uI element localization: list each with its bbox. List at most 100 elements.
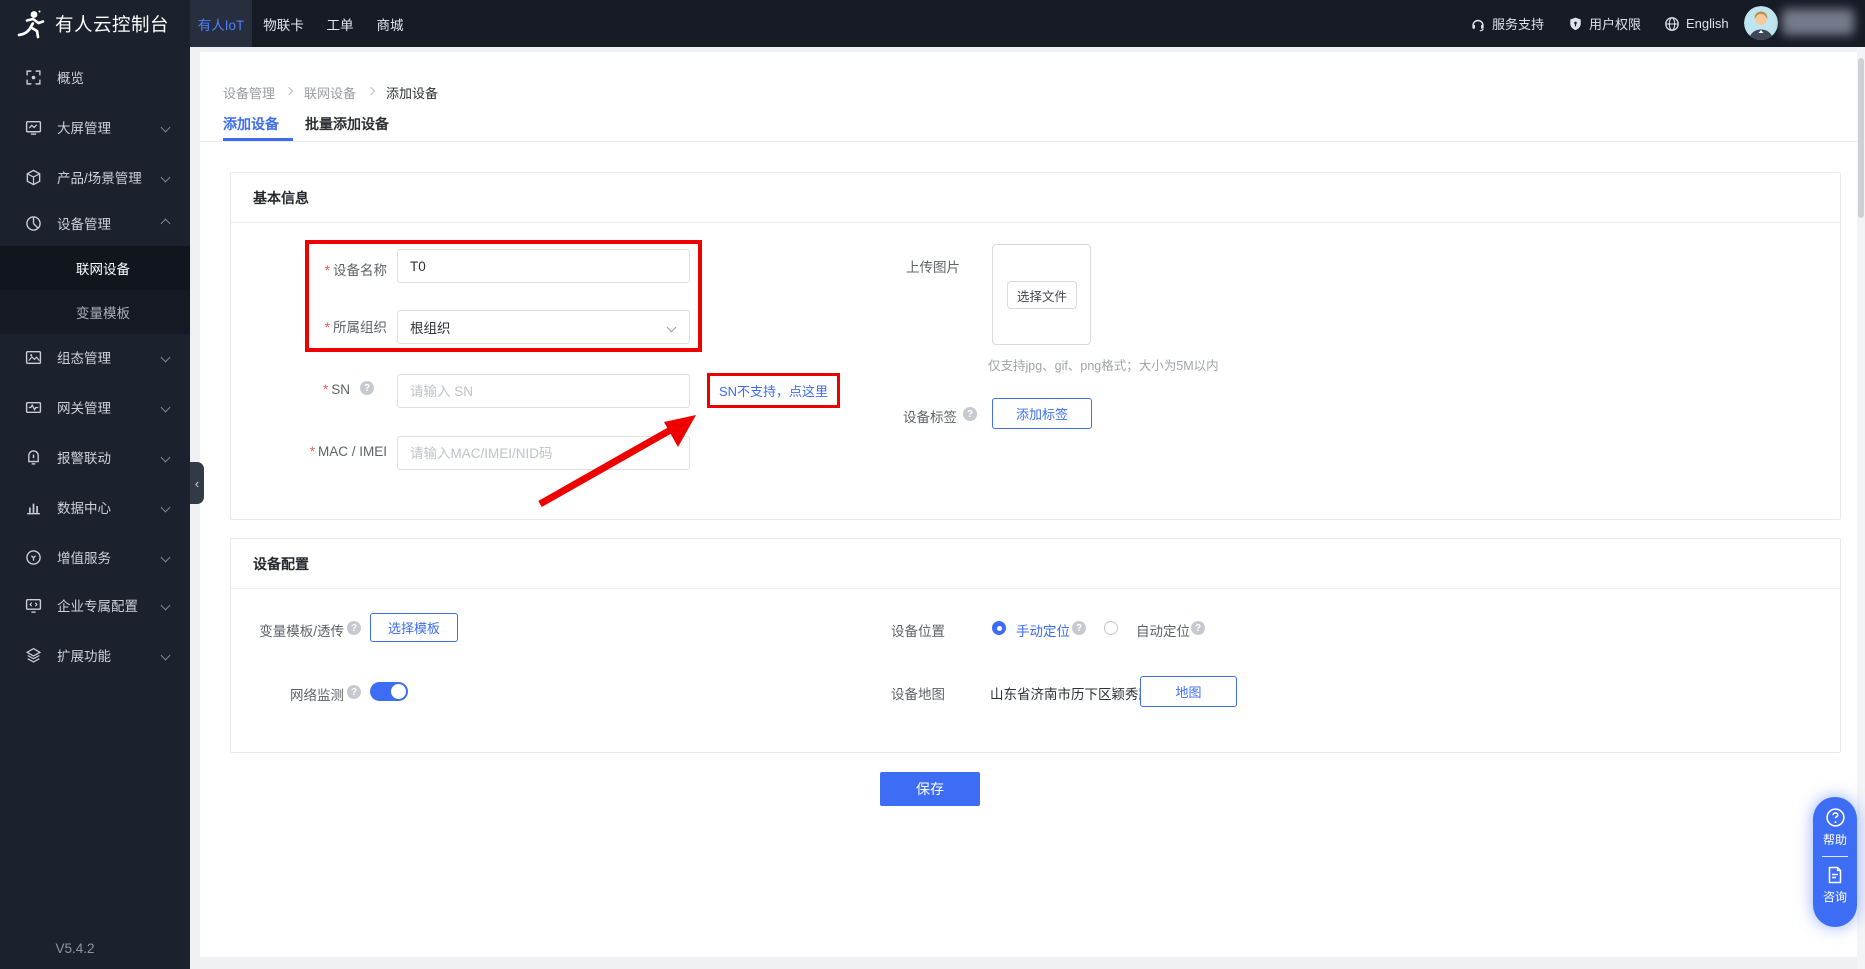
sidebar-item-extensions[interactable]: 扩展功能 — [0, 632, 190, 678]
device-config-section: 设备配置 — [230, 538, 1841, 753]
logo-icon — [17, 10, 45, 39]
sidebar-item-configuration-mgmt[interactable]: 组态管理 — [0, 334, 190, 380]
headset-icon — [1472, 19, 1484, 31]
chevron-down-icon — [160, 172, 171, 182]
sidebar-item-label: 网关管理 — [57, 401, 111, 416]
help-circle-icon[interactable] — [1825, 807, 1846, 828]
add-tag-button[interactable]: 添加标签 — [992, 398, 1092, 429]
chevron-down-icon — [160, 502, 171, 512]
manual-location-help-icon[interactable]: ? — [1072, 621, 1086, 635]
choose-file-button[interactable]: 选择文件 — [1007, 281, 1077, 309]
logo-title: 有人云控制台 — [55, 14, 170, 35]
variable-template-help-icon[interactable]: ? — [347, 621, 361, 635]
save-button[interactable]: 保存 — [880, 772, 980, 806]
version-label: V5.4.2 — [55, 941, 95, 956]
breadcrumb-current: 添加设备 — [386, 86, 439, 101]
sidebar-item-data-center[interactable]: 数据中心 — [0, 484, 190, 530]
consult-doc-icon[interactable] — [1825, 865, 1845, 885]
sidebar-item-overview[interactable]: 概览 — [0, 54, 190, 100]
topnav-tab-mall[interactable]: 商城 — [365, 0, 415, 47]
device-tag-help-icon[interactable]: ? — [963, 407, 977, 421]
manual-location-option[interactable]: 手动定位 — [1016, 620, 1070, 640]
coin-icon — [25, 549, 42, 566]
pie-icon — [25, 215, 42, 232]
required-mark: * — [322, 382, 329, 397]
sidebar-item-screen-mgmt[interactable]: 大屏管理 — [0, 104, 190, 150]
topnav-tab-sim[interactable]: 物联卡 — [252, 0, 315, 47]
sidebar-item-label: 概览 — [57, 71, 84, 86]
chevron-down-icon — [160, 122, 171, 132]
sn-input[interactable] — [397, 374, 690, 408]
help-label[interactable]: 帮助 — [1823, 831, 1847, 848]
sn-help-icon[interactable]: ? — [360, 381, 374, 395]
sn-link-annotation-box: SN不支持，点这里 — [707, 373, 840, 408]
breadcrumb-networked-devices[interactable]: 联网设备 — [304, 83, 356, 102]
auto-location-radio[interactable] — [1104, 621, 1118, 635]
sidebar-item-device-mgmt[interactable]: 设备管理 — [0, 200, 190, 246]
chevron-down-icon — [160, 452, 171, 462]
sidebar-subitem-variable-templates[interactable]: 变量模板 — [0, 290, 190, 334]
scrollbar-thumb[interactable] — [1858, 58, 1864, 218]
topnav-tab-label: 物联卡 — [263, 17, 304, 33]
sidebar-item-gateway-mgmt[interactable]: 网关管理 — [0, 384, 190, 430]
tab-add-device[interactable]: 添加设备 — [223, 114, 279, 134]
tab-batch-add-device[interactable]: 批量添加设备 — [305, 114, 389, 134]
device-config-title: 设备配置 — [231, 539, 1840, 589]
topnav-tab-workorder[interactable]: 工单 — [315, 0, 365, 47]
upload-image-label: 上传图片 — [906, 260, 960, 275]
sidebar-item-alarm-linkage[interactable]: 报警联动 — [0, 434, 190, 480]
user-avatar[interactable] — [1744, 6, 1778, 40]
breadcrumb-device-mgmt[interactable]: 设备管理 — [223, 83, 275, 102]
topbar: 有人IoT 物联卡 工单 商城 服务支持 用户权限 English — [0, 0, 1865, 47]
map-button[interactable]: 地图 — [1140, 676, 1237, 707]
overview-icon — [25, 69, 42, 86]
sidebar-item-value-added[interactable]: 增值服务 — [0, 534, 190, 580]
sidebar-item-enterprise-config[interactable]: 企业专属配置 — [0, 582, 190, 628]
device-name-input[interactable] — [397, 249, 690, 283]
sidebar-subitem-label: 变量模板 — [76, 306, 130, 321]
float-help-widget: 帮助 咨询 — [1813, 797, 1857, 927]
consult-label[interactable]: 咨询 — [1823, 888, 1847, 905]
sidebar-item-label: 组态管理 — [57, 351, 111, 366]
mac-imei-input[interactable] — [397, 436, 690, 470]
sidebar-item-product-scene[interactable]: 产品/场景管理 — [0, 154, 190, 200]
sidebar-collapse-handle[interactable]: ‹ — [190, 462, 204, 504]
auto-location-help-icon[interactable]: ? — [1191, 621, 1205, 635]
chevron-down-icon — [160, 600, 171, 610]
globe-icon — [1665, 16, 1679, 31]
chevron-down-icon — [666, 322, 677, 332]
sidebar-submenu-device: 联网设备 变量模板 — [0, 246, 190, 334]
topnav-tab-iot[interactable]: 有人IoT — [190, 0, 252, 47]
network-monitor-label: 网络监测 — [290, 688, 344, 703]
main-panel: 设备管理 联网设备 添加设备 添加设备 批量添加设备 基本信息 *设备名称 *所… — [200, 52, 1857, 957]
device-map-label: 设备地图 — [891, 687, 945, 702]
choose-template-button[interactable]: 选择模板 — [370, 613, 458, 642]
language-switch[interactable]: English — [1664, 0, 1729, 47]
network-monitor-toggle[interactable] — [370, 682, 408, 701]
sidebar-item-label: 增值服务 — [57, 551, 111, 566]
sn-label: * SN — [322, 382, 350, 397]
sidebar-subitem-networked-devices[interactable]: 联网设备 — [0, 246, 190, 290]
upload-format-note: 仅支持jpg、gif、png格式；大小为5M以内 — [988, 359, 1219, 373]
topnav-tab-label: 有人IoT — [197, 17, 245, 33]
sn-not-supported-link[interactable]: SN不支持，点这里 — [719, 381, 828, 400]
collapse-icon: ‹ — [194, 475, 200, 491]
organization-select[interactable]: 根组织 — [397, 310, 690, 344]
support-label: 服务支持 — [1492, 17, 1545, 32]
chevron-down-icon — [160, 402, 171, 412]
monitor-code-icon — [25, 597, 42, 614]
pulse-icon — [25, 399, 42, 416]
network-monitor-help-icon[interactable]: ? — [347, 685, 361, 699]
topnav-tab-label: 商城 — [376, 17, 404, 33]
breadcrumb-separator-icon — [366, 86, 376, 96]
sidebar-item-label: 企业专属配置 — [57, 599, 138, 614]
permissions-button[interactable]: 用户权限 — [1568, 0, 1641, 47]
chevron-down-icon — [160, 552, 171, 562]
support-button[interactable]: 服务支持 — [1470, 0, 1544, 47]
required-mark: * — [324, 263, 330, 278]
auto-location-option[interactable]: 自动定位 — [1136, 620, 1190, 640]
device-address-text: 山东省济南市历下区颖秀路 — [990, 687, 1152, 702]
breadcrumb-separator-icon — [284, 86, 294, 96]
manual-location-radio[interactable] — [992, 621, 1006, 635]
chevron-down-icon — [160, 352, 171, 362]
